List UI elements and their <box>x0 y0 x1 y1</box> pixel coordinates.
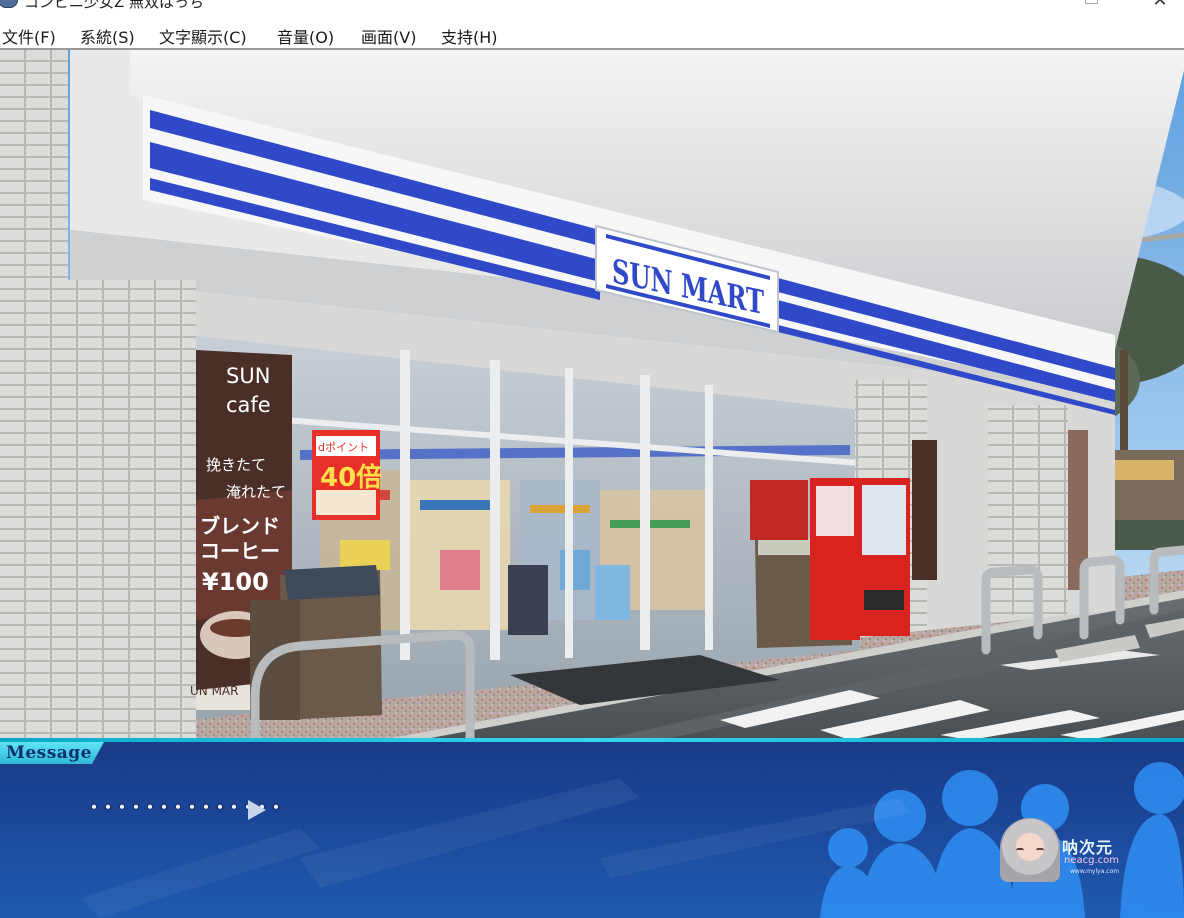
watermark-avatar <box>1000 818 1060 882</box>
watermark-url-secondary: www.mylya.com <box>1070 868 1120 875</box>
poster-big: 40倍 <box>320 462 382 493</box>
menu-system[interactable]: 系統(S) <box>80 24 135 48</box>
title-bar: コンビニ少女Z 無双はっち ✕ <box>0 0 1184 14</box>
game-scene[interactable]: SUN MART SUN cafe 挽きたて 淹れたて ブレンド コーヒー ¥1… <box>0 50 1184 740</box>
banner-line6: コーヒー <box>200 539 280 563</box>
menu-support[interactable]: 支持(H) <box>441 24 498 48</box>
close-button[interactable]: ✕ <box>1152 0 1168 10</box>
watermark-url: neacg.com <box>1064 855 1119 866</box>
message-tab: Message <box>0 742 104 764</box>
banner-line1: SUN <box>226 364 270 388</box>
message-top-border <box>0 738 1184 742</box>
poster-top: dポイント <box>318 441 369 454</box>
maximize-button[interactable] <box>1083 0 1099 8</box>
banner-line5: ブレンド <box>200 514 280 538</box>
message-window[interactable]: Message ・・・・・・・・・・・・・・ 呐次元 neacg.com www… <box>0 738 1184 918</box>
menu-file[interactable]: 文件(F) <box>2 24 56 48</box>
app-icon <box>0 0 18 8</box>
banner-line4: 淹れたて <box>226 483 286 501</box>
menu-text-display[interactable]: 文字顯示(C) <box>159 24 247 48</box>
banner-price: ¥100 <box>202 568 269 596</box>
maximize-icon <box>1085 0 1098 4</box>
menu-bar: 文件(F) 系統(S) 文字顯示(C) 音量(O) 画面(V) 支持(H) <box>0 20 1184 50</box>
next-arrow-icon[interactable] <box>248 800 266 820</box>
banner-footer: UN MAR <box>190 684 238 698</box>
menu-screen[interactable]: 画面(V) <box>361 24 416 48</box>
menu-volume[interactable]: 音量(O) <box>277 24 334 48</box>
window-title: コンビニ少女Z 無双はっち <box>24 0 205 11</box>
banner-line2: cafe <box>226 393 271 417</box>
message-tab-label: Message <box>6 743 92 763</box>
banner-line3: 挽きたて <box>206 456 266 474</box>
